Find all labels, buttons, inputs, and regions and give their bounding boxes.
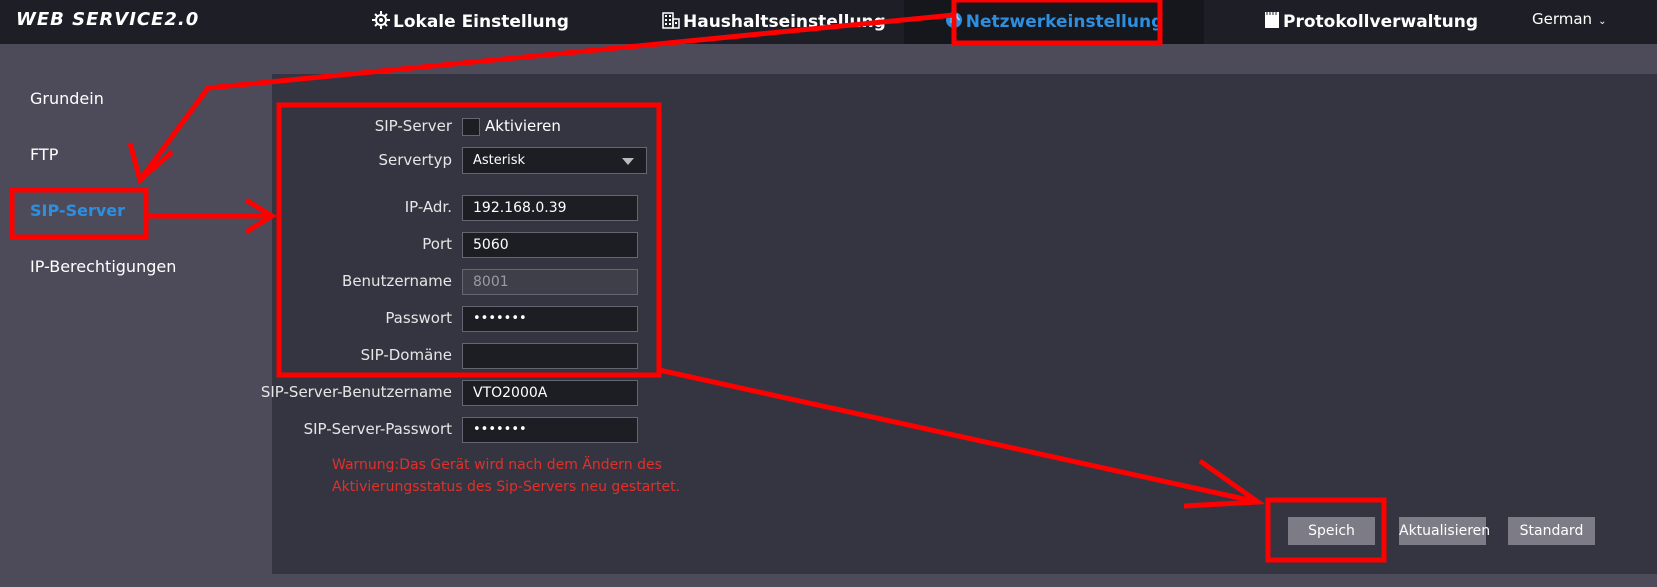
servertyp-value: Asterisk [473,153,526,168]
globe-icon [945,11,966,34]
sidebar-item-ftp[interactable]: FTP [30,145,58,164]
nav-tab-label: Lokale Einstellung [393,12,569,32]
language-label: German [1532,10,1593,28]
nav-tab-log-management[interactable]: Protokollverwaltung [1264,0,1478,44]
sip-server-username-label: SIP-Server-Benutzername [260,383,452,401]
nav-tab-network-settings[interactable]: Netzwerkeinstellung [904,0,1204,44]
chevron-down-icon: ⌄ [1598,16,1607,27]
sip-server-label: SIP-Server [374,117,452,135]
sip-server-username-field[interactable]: VTO2000A [462,380,638,406]
caret-down-icon [622,158,634,165]
save-button[interactable]: Speich [1288,517,1375,545]
port-field[interactable]: 5060 [462,232,638,258]
building-icon [662,11,683,34]
password-field[interactable]: ••••••• [462,306,638,332]
top-navigation-bar: WEB SERVICE2.0 Lokale Einstellung Hausha… [0,0,1657,44]
app-logo: WEB SERVICE2.0 [16,9,200,30]
nav-tab-local-settings[interactable]: Lokale Einstellung [372,0,569,44]
annotation-arrowhead-form [244,197,277,235]
sidebar-item-sip-server[interactable]: SIP-Server [30,201,125,220]
language-dropdown[interactable]: German ⌄ [1532,10,1606,28]
sip-server-password-field[interactable]: ••••••• [462,417,638,443]
warning-text-line1: Warnung:Das Gerät wird nach dem Ändern d… [332,457,662,473]
nav-tab-label: Haushaltseinstellung [683,12,886,32]
annotation-arrowhead-sidebar [127,142,174,185]
enable-checkbox[interactable] [462,118,480,136]
refresh-button[interactable]: Aktualisieren [1399,517,1490,545]
servertyp-select[interactable]: Asterisk [462,147,647,174]
ip-address-label: IP-Adr. [404,198,452,216]
nav-tab-label: Protokollverwaltung [1283,12,1479,32]
default-button[interactable]: Standard [1508,517,1595,545]
port-label: Port [422,235,452,253]
enable-label: Aktivieren [485,117,561,135]
sip-server-password-label: SIP-Server-Passwort [303,420,452,438]
ip-address-field[interactable]: 192.168.0.39 [462,195,638,221]
document-icon [1264,11,1283,34]
warning-text-line2: Aktivierungsstatus des Sip-Servers neu g… [332,479,681,495]
nav-tab-label: Netzwerkeinstellung [965,12,1164,32]
servertyp-label: Servertyp [378,151,452,169]
sidebar-item-ip-permissions[interactable]: IP-Berechtigungen [30,257,176,276]
username-label: Benutzername [342,272,452,290]
nav-tab-household-settings[interactable]: Haushaltseinstellung [662,0,886,44]
username-field: 8001 [462,269,638,295]
gear-icon [372,10,393,34]
sidebar-item-grundein[interactable]: Grundein [30,89,104,108]
sip-domain-field[interactable] [462,343,638,369]
sip-domain-label: SIP-Domäne [360,346,452,364]
password-label: Passwort [385,309,452,327]
